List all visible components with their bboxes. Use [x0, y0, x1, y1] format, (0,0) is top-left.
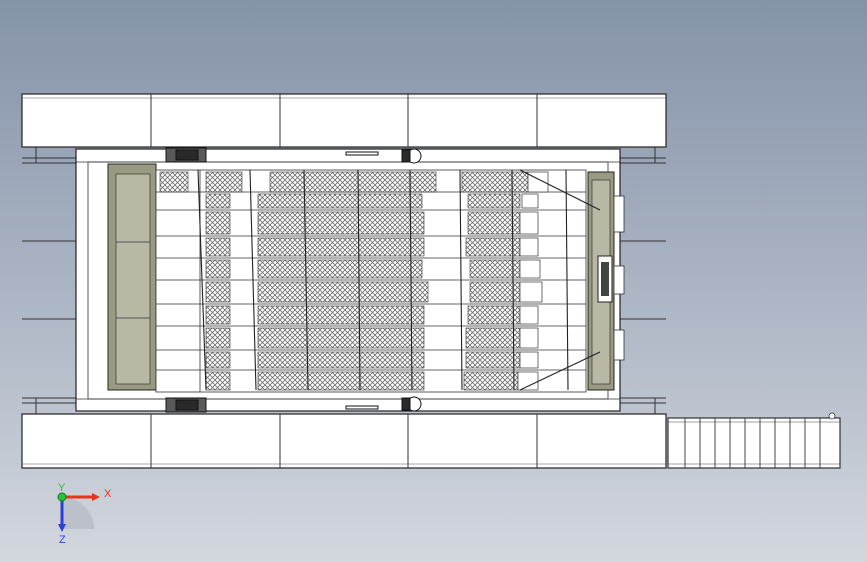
left-end-plate [107, 163, 157, 391]
coordinate-triad: X Y Z [57, 482, 112, 546]
z-axis-label: Z [59, 534, 66, 546]
top-frame-beam [21, 93, 667, 148]
x-axis-label: X [104, 488, 112, 500]
bottom-frame-beam [21, 413, 667, 469]
y-axis-label: Y [58, 482, 66, 494]
top-view-drawing: X Y Z [21, 93, 841, 546]
access-ladder [667, 412, 841, 469]
cad-viewport[interactable]: X Y Z [0, 0, 867, 562]
right-end-plate [587, 171, 625, 391]
